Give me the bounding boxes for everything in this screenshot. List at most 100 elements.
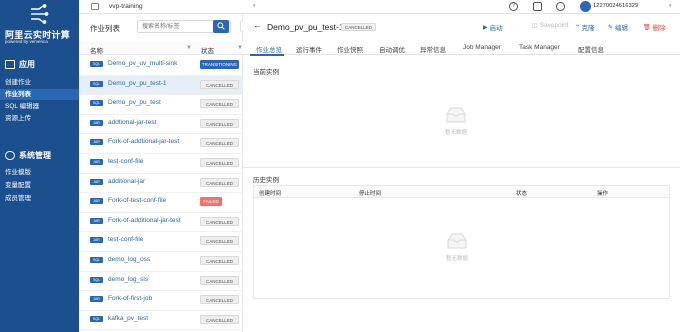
history-instance-title: 历史实例	[253, 177, 279, 184]
job-name-link[interactable]: Fork-of-additional-jar-test	[108, 217, 196, 224]
sidebar-section-sys-label: 系统管理	[19, 151, 51, 160]
history-col-stopped: 停止时间	[359, 191, 382, 197]
column-name: 名称	[90, 48, 103, 55]
job-list-title: 作业列表	[90, 24, 120, 33]
history-col-actions: 操作	[597, 191, 609, 197]
project-selector[interactable]: vvp-training	[109, 3, 143, 10]
project-icon	[91, 3, 99, 10]
brand-logo[interactable]: 阿里云实时计算 powered by ververica	[0, 0, 79, 47]
sidebar-item-variables[interactable]: 变量配置	[0, 180, 79, 191]
job-list-columns: 名称 ▼ 状态 ▼	[79, 42, 243, 55]
table-row[interactable]: SQL demo_log_oss CANCELLED	[79, 252, 243, 272]
job-name-link[interactable]: Demo_pv_pu_test-1	[108, 80, 196, 87]
sidebar-section-sys: 系统管理	[5, 150, 51, 161]
table-row[interactable]: JAR addtional-jar-test CANCELLED	[79, 115, 243, 135]
table-row[interactable]: JAR Fork-of-addtional-jar-test CANCELLED	[79, 134, 243, 154]
table-row[interactable]: JAR test-conf-file CANCELLED	[79, 154, 243, 174]
trash-icon: 🗑	[643, 24, 651, 31]
user-id[interactable]: 12270024616329	[593, 3, 638, 9]
tab-task-manager[interactable]: Task Manager	[519, 44, 560, 51]
job-name-link[interactable]: Fork-of-addtional-jar-test	[108, 138, 196, 145]
job-name-link[interactable]: kafka_pv_test	[108, 315, 196, 322]
status-badge: CANCELLED	[200, 177, 239, 187]
table-row[interactable]: JAR additional-jar CANCELLED	[79, 174, 243, 194]
status-badge: FAILED	[200, 197, 222, 207]
history-table-header: 创建时间 停止时间 状态 操作	[254, 186, 669, 198]
sidebar-item-job-templates[interactable]: 作业模版	[0, 167, 79, 178]
status-badge: CANCELLED	[200, 295, 239, 305]
start-label: 启动	[489, 25, 503, 32]
empty-text: 暂无数据	[445, 256, 468, 262]
sidebar-item-create-job[interactable]: 创建作业	[0, 77, 79, 88]
chevron-down-icon[interactable]: ▾	[253, 3, 256, 9]
app-icon	[5, 60, 15, 69]
status-badge: CANCELLED	[200, 99, 239, 109]
table-row[interactable]: SQL Demo_pv_pu_test CANCELLED	[79, 95, 243, 115]
table-row[interactable]: SQL demo_log_sls CANCELLED	[79, 272, 243, 292]
empty-inbox-icon	[447, 233, 467, 249]
job-name: Demo_pv_pu_test-1	[267, 22, 344, 32]
job-list-header: 作业列表	[79, 14, 243, 40]
document-icon[interactable]	[533, 2, 542, 11]
savepoint-button[interactable]: ◫ Savepoint	[532, 22, 569, 29]
sidebar-item-job-list[interactable]: 作业列表	[0, 89, 79, 100]
start-button[interactable]: ▶ 启动	[483, 22, 503, 33]
delete-button[interactable]: 🗑 删除	[643, 22, 666, 33]
job-detail: ← Demo_pv_pu_test-1 CANCELLED ▶ 启动 ◫ Sav…	[243, 14, 680, 332]
help-icon[interactable]: ?	[509, 2, 518, 11]
job-name-link[interactable]: addtional-jar-test	[108, 119, 196, 126]
job-name-link[interactable]: additional-jar	[108, 178, 196, 185]
tab-events[interactable]: 运行事件	[296, 44, 322, 54]
job-type-tag: SQL	[90, 100, 103, 107]
tab-config[interactable]: 配置信息	[578, 44, 604, 54]
table-row[interactable]: JAR Fork-of-test-conf-file FAILED	[79, 193, 243, 213]
job-list-rows: SQL Demo_pv_uv_multi-sink TRANSITIONING SQL…	[79, 56, 243, 331]
job-type-tag: SQL	[90, 276, 103, 283]
search-button[interactable]	[213, 20, 229, 33]
job-type-tag: JAR	[90, 139, 103, 146]
job-name-link[interactable]: Fork-of-test-conf-file	[108, 197, 196, 204]
job-name-link[interactable]: Fork-of-first-job	[108, 295, 196, 302]
job-type-tag: SQL	[90, 256, 103, 263]
status-badge: TRANSITIONING	[200, 60, 239, 69]
sidebar-item-members[interactable]: 成员管理	[0, 193, 79, 204]
table-row[interactable]: SQL Demo_pv_pu_test-1 CANCELLED	[79, 75, 243, 96]
table-row[interactable]: JAR Fork-of-first-job CANCELLED	[79, 291, 243, 311]
tab-overview[interactable]: 作业总览	[256, 44, 282, 54]
job-list-panel: 作业列表 名称 ▼ 状态 ▼ SQL Demo_pv_uv_multi-sink T…	[79, 14, 243, 332]
clone-button[interactable]: ⑂ 克隆	[576, 22, 595, 32]
job-name-link[interactable]: test-conf-file	[108, 236, 196, 243]
job-name-link[interactable]: Demo_pv_pu_test	[108, 99, 196, 106]
edit-label: 编辑	[615, 25, 629, 32]
table-row[interactable]: JAR test-conf-file CANCELLED	[79, 232, 243, 252]
job-name-link[interactable]: demo_log_oss	[108, 256, 196, 263]
status-badge: CANCELLED	[200, 216, 239, 226]
avatar[interactable]	[580, 1, 591, 12]
tab-snapshots[interactable]: 作业快照	[337, 44, 363, 54]
status-badge: CANCELLED	[200, 236, 239, 246]
tab-exceptions[interactable]: 异常信息	[420, 44, 446, 54]
status-badge: CANCELLED	[200, 79, 239, 89]
job-name-link[interactable]: demo_log_sls	[108, 276, 196, 283]
back-arrow-icon[interactable]: ←	[253, 20, 262, 30]
bell-icon[interactable]	[556, 2, 565, 11]
job-name-link[interactable]: Demo_pv_uv_multi-sink	[108, 60, 196, 67]
job-name-link[interactable]: test-conf-file	[108, 158, 196, 165]
user-chevron-down-icon[interactable]: ▾	[669, 3, 672, 9]
empty-inbox-icon	[446, 107, 466, 123]
table-row[interactable]: SQL Demo_pv_uv_multi-sink TRANSITIONING	[79, 56, 243, 76]
sidebar-item-sql-editor[interactable]: SQL 编辑器	[0, 101, 79, 112]
tab-autotune[interactable]: 自动调优	[379, 44, 405, 54]
tab-job-manager[interactable]: Job Manager	[463, 44, 501, 51]
sidebar-item-resource-upload[interactable]: 资源上传	[0, 113, 79, 124]
savepoint-icon: ◫	[532, 23, 538, 29]
clone-label: 克隆	[581, 25, 595, 32]
job-type-tag: JAR	[90, 119, 103, 126]
fork-icon: ⑂	[576, 24, 580, 30]
job-type-tag: JAR	[90, 158, 103, 165]
table-row[interactable]: JAR Fork-of-additional-jar-test CANCELLED	[79, 213, 243, 233]
edit-icon: ✎	[608, 24, 614, 31]
name-filter-icon[interactable]: ▼	[186, 45, 192, 51]
table-row[interactable]: SQL kafka_pv_test CANCELLED	[79, 311, 243, 331]
edit-button[interactable]: ✎ 编辑	[608, 22, 629, 33]
